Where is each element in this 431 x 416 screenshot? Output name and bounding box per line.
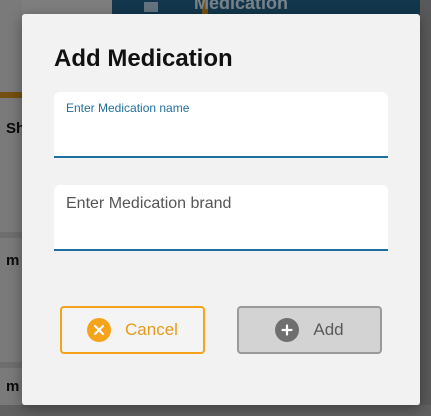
plus-circle-icon xyxy=(275,318,300,342)
medication-brand-input[interactable] xyxy=(66,193,374,215)
medication-name-field[interactable]: Enter Medication name xyxy=(54,92,388,158)
cancel-button-label: Cancel xyxy=(125,320,178,339)
add-button-label: Add xyxy=(313,320,344,339)
add-medication-dialog: Add Medication Enter Medication name Can… xyxy=(22,14,420,405)
close-circle-icon xyxy=(87,318,112,342)
medication-name-label: Enter Medication name xyxy=(66,101,190,115)
medication-name-input[interactable] xyxy=(66,120,374,142)
add-button[interactable]: Add xyxy=(237,306,382,354)
cancel-button[interactable]: Cancel xyxy=(60,306,205,354)
medication-brand-field[interactable] xyxy=(54,185,388,251)
dialog-title: Add Medication xyxy=(54,45,233,72)
